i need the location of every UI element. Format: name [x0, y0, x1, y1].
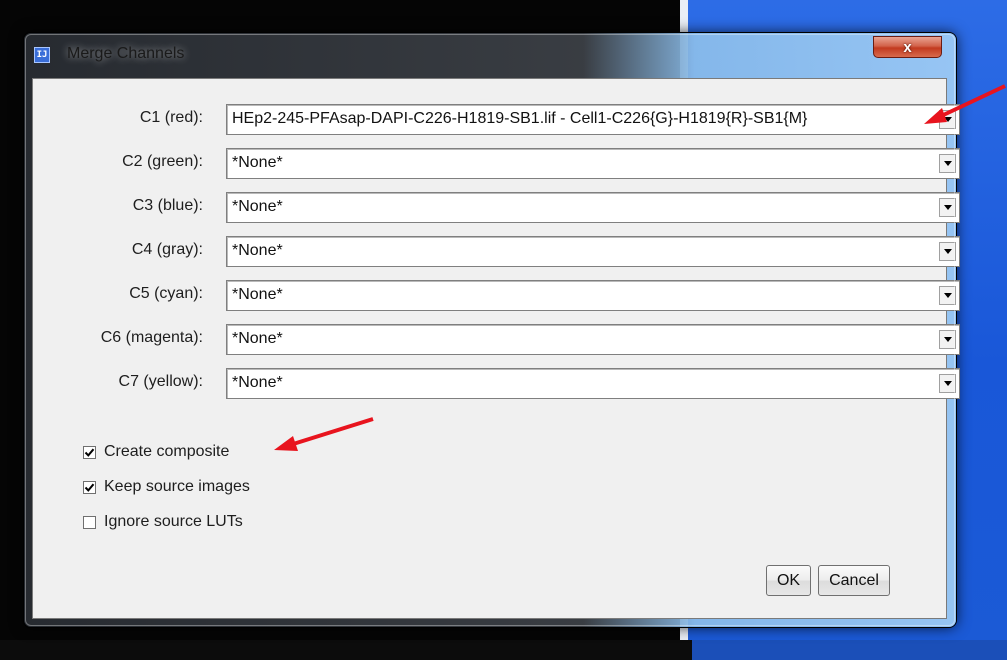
channel-label: C4 (gray):: [131, 241, 203, 258]
chevron-down-icon[interactable]: [939, 242, 956, 261]
keep-source-images-option[interactable]: Keep source images: [83, 476, 250, 498]
channel-row-c3: C3 (blue): *None*: [33, 192, 960, 223]
channel-row-c2: C2 (green): *None*: [33, 148, 960, 179]
chevron-down-icon[interactable]: [939, 198, 956, 217]
create-composite-checkbox[interactable]: [83, 445, 96, 459]
chevron-down-icon[interactable]: [939, 330, 956, 349]
checkmark-icon: [84, 483, 95, 492]
checkmark-icon: [84, 448, 95, 457]
channel-select-value: *None*: [232, 374, 283, 391]
window-title: Merge Channels: [67, 45, 185, 62]
ignore-source-luts-checkbox[interactable]: [83, 515, 96, 529]
channel-row-c6: C6 (magenta): *None*: [33, 324, 960, 355]
channel-select-value: *None*: [232, 242, 283, 259]
channel-row-c1: C1 (red): HEp2-245-PFAsap-DAPI-C226-H181…: [33, 104, 960, 135]
ignore-source-luts-label: Ignore source LUTs: [104, 513, 243, 530]
channel-select-c1[interactable]: HEp2-245-PFAsap-DAPI-C226-H1819-SB1.lif …: [226, 104, 960, 135]
channel-label: C3 (blue):: [132, 197, 203, 214]
cancel-button[interactable]: Cancel: [818, 565, 890, 596]
merge-channels-dialog: IJ Merge Channels x C1 (red): HEp2-245-P…: [24, 33, 960, 627]
channel-label: C6 (magenta):: [100, 329, 203, 346]
annotation-arrow-icon: [274, 417, 374, 451]
channel-select-value: *None*: [232, 286, 283, 303]
channel-select-value: *None*: [232, 154, 283, 171]
channel-row-c4: C4 (gray): *None*: [33, 236, 960, 267]
channel-select-c3[interactable]: *None*: [226, 192, 960, 223]
channel-select-value: *None*: [232, 198, 283, 215]
channel-select-c6[interactable]: *None*: [226, 324, 960, 355]
ok-button[interactable]: OK: [766, 565, 811, 596]
desktop-bottom-edge-blue: [692, 640, 1007, 660]
title-bar[interactable]: IJ Merge Channels x: [24, 33, 956, 77]
channel-label: C5 (cyan):: [129, 285, 203, 302]
keep-source-images-checkbox[interactable]: [83, 480, 96, 494]
create-composite-label: Create composite: [104, 443, 230, 460]
chevron-down-icon[interactable]: [939, 286, 956, 305]
channel-row-c7: C7 (yellow): *None*: [33, 368, 960, 399]
chevron-down-icon[interactable]: [939, 154, 956, 173]
channel-select-c2[interactable]: *None*: [226, 148, 960, 179]
channel-row-c5: C5 (cyan): *None*: [33, 280, 960, 311]
ignore-source-luts-option[interactable]: Ignore source LUTs: [83, 511, 243, 533]
dialog-content: C1 (red): HEp2-245-PFAsap-DAPI-C226-H181…: [32, 78, 960, 619]
channel-label: C1 (red):: [139, 109, 203, 126]
create-composite-option[interactable]: Create composite: [83, 441, 229, 463]
close-icon: x: [903, 38, 912, 56]
channel-select-value: HEp2-245-PFAsap-DAPI-C226-H1819-SB1.lif …: [232, 110, 808, 127]
button-bar: OK Cancel: [766, 565, 926, 596]
channel-select-c7[interactable]: *None*: [226, 368, 960, 399]
channel-select-value: *None*: [232, 330, 283, 347]
annotation-arrow-icon: [924, 84, 1006, 124]
channel-select-c5[interactable]: *None*: [226, 280, 960, 311]
channel-select-c4[interactable]: *None*: [226, 236, 960, 267]
keep-source-images-label: Keep source images: [104, 478, 250, 495]
channel-label: C7 (yellow):: [118, 373, 203, 390]
close-button[interactable]: x: [873, 36, 942, 58]
chevron-down-icon[interactable]: [939, 374, 956, 393]
channel-label: C2 (green):: [122, 153, 203, 170]
imagej-icon: IJ: [34, 47, 50, 63]
